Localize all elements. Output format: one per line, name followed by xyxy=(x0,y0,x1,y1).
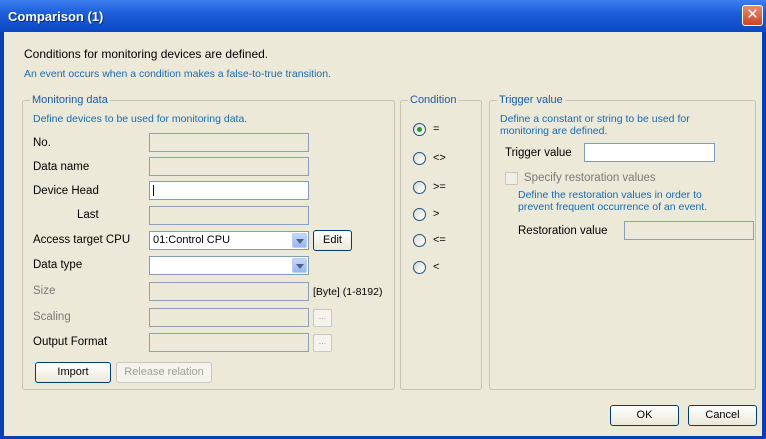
access-cpu-label: Access target CPU xyxy=(33,234,131,246)
trigger-value-group: Trigger value Define a constant or strin… xyxy=(489,94,756,390)
data-type-select[interactable] xyxy=(149,256,309,275)
cancel-button[interactable]: Cancel xyxy=(688,405,757,426)
condition-option-label: = xyxy=(433,123,440,135)
no-label: No. xyxy=(33,137,51,149)
chevron-down-icon[interactable] xyxy=(292,258,307,273)
condition-group: Condition = <> >= > <= < xyxy=(400,94,482,390)
radio-icon[interactable] xyxy=(413,181,426,194)
device-head-input[interactable] xyxy=(149,181,309,200)
output-format-label: Output Format xyxy=(33,336,108,348)
ok-button[interactable]: OK xyxy=(610,405,679,426)
scaling-label: Scaling xyxy=(33,311,71,323)
condition-option-label: <> xyxy=(433,152,446,164)
radio-selected-icon[interactable] xyxy=(413,123,426,136)
data-name-label: Data name xyxy=(33,161,90,173)
chevron-down-icon[interactable] xyxy=(292,233,307,248)
size-label: Size xyxy=(33,285,56,297)
radio-icon[interactable] xyxy=(413,261,426,274)
dialog-body: Conditions for monitoring devices are de… xyxy=(4,32,762,436)
condition-title: Condition xyxy=(408,94,459,106)
output-format-field xyxy=(149,333,309,352)
close-button[interactable]: ✕ xyxy=(742,5,763,26)
edit-button[interactable]: Edit xyxy=(313,230,352,251)
condition-option-label: < xyxy=(433,261,440,273)
monitoring-data-title: Monitoring data xyxy=(30,94,110,106)
last-label: Last xyxy=(77,209,99,221)
import-button[interactable]: Import xyxy=(35,362,111,383)
data-name-field xyxy=(149,157,309,176)
radio-icon[interactable] xyxy=(413,208,426,221)
description-line-1: Conditions for monitoring devices are de… xyxy=(24,47,269,61)
radio-icon[interactable] xyxy=(413,152,426,165)
trigger-value-label: Trigger value xyxy=(505,147,572,159)
trigger-value-input[interactable] xyxy=(584,143,715,162)
trigger-value-title: Trigger value xyxy=(497,94,565,106)
trigger-hint-line-2: monitoring are defined. xyxy=(500,125,608,137)
scaling-field xyxy=(149,308,309,327)
condition-option-label: <= xyxy=(433,234,446,246)
scaling-browse-button: ... xyxy=(313,309,332,327)
data-type-label: Data type xyxy=(33,259,83,271)
radio-icon[interactable] xyxy=(413,234,426,247)
size-range-label: [Byte] (1-8192) xyxy=(313,286,383,298)
access-cpu-select[interactable]: 01:Control CPU xyxy=(149,231,309,250)
specify-restoration-label: Specify restoration values xyxy=(524,172,656,184)
monitoring-data-group: Monitoring data Define devices to be use… xyxy=(22,94,395,390)
restoration-value-label: Restoration value xyxy=(518,225,608,237)
last-field xyxy=(149,206,309,225)
release-relation-button: Release relation xyxy=(116,362,212,383)
description-line-2: An event occurs when a condition makes a… xyxy=(24,68,331,80)
monitoring-data-hint: Define devices to be used for monitoring… xyxy=(33,113,248,125)
restoration-hint-line-2: prevent frequent occurrence of an event. xyxy=(518,201,708,213)
size-field xyxy=(149,282,309,301)
specify-restoration-checkbox xyxy=(505,172,518,185)
device-head-label: Device Head xyxy=(33,185,99,197)
access-cpu-value: 01:Control CPU xyxy=(153,234,231,246)
condition-option-label: >= xyxy=(433,181,446,193)
trigger-hint-line-1: Define a constant or string to be used f… xyxy=(500,113,690,125)
restoration-hint-line-1: Define the restoration values in order t… xyxy=(518,189,702,201)
text-caret xyxy=(153,185,154,196)
window-title: Comparison (1) xyxy=(8,9,104,24)
condition-option-label: > xyxy=(433,208,440,220)
title-bar[interactable]: Comparison (1) ✕ xyxy=(0,0,766,32)
restoration-value-field xyxy=(624,221,754,240)
close-icon: ✕ xyxy=(746,6,759,23)
comparison-dialog: Comparison (1) ✕ Conditions for monitori… xyxy=(0,0,766,439)
output-format-browse-button: ... xyxy=(313,334,332,352)
no-field xyxy=(149,133,309,152)
